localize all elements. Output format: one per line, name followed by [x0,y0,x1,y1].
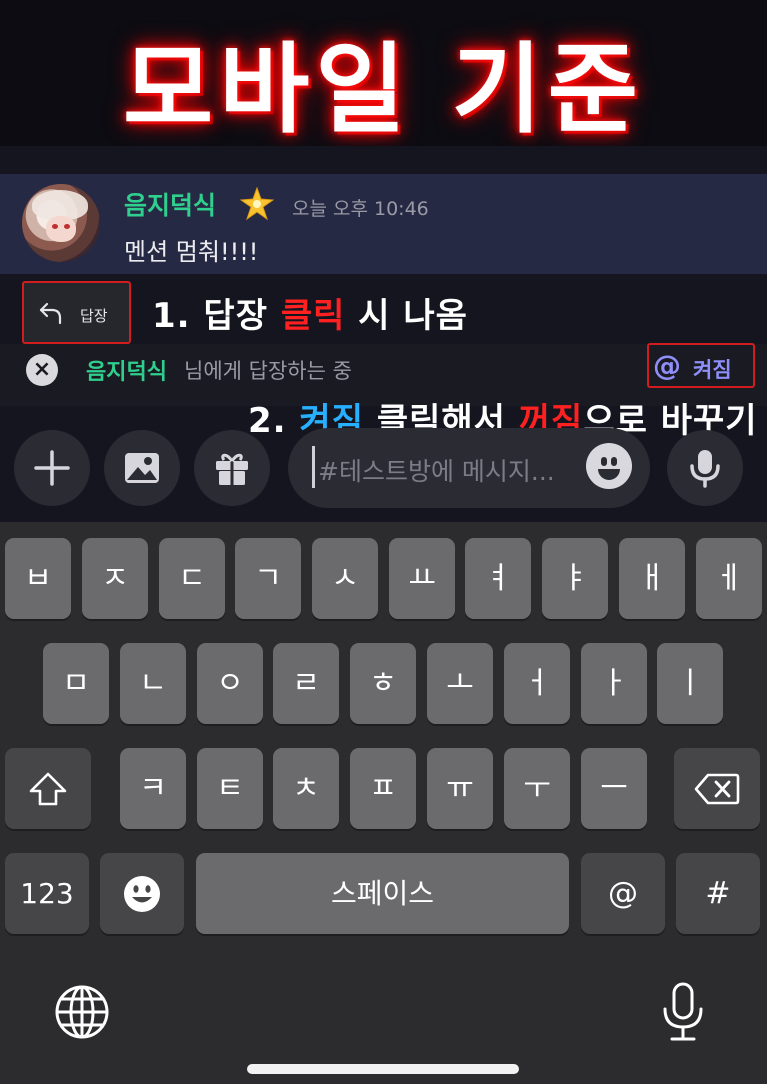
key[interactable]: ㅈ [82,538,148,619]
key[interactable]: ㅗ [427,643,493,724]
mention-toggle-button[interactable]: @ 켜짐 [647,343,755,388]
image-icon [125,453,159,483]
key[interactable]: ㅔ [696,538,762,619]
at-icon: @ [653,349,681,382]
backspace-icon [694,773,740,804]
message-username[interactable]: 음지덕식 [124,186,216,222]
key[interactable]: ㅊ [273,748,339,829]
hash-key[interactable]: # [676,853,760,934]
avatar[interactable] [22,184,100,262]
dictation-microphone-icon[interactable] [660,982,706,1042]
image-button[interactable] [104,430,180,506]
title-banner: 모바일 기준 [0,0,767,147]
sparkle-icon [240,187,274,221]
key[interactable]: ㅁ [43,643,109,724]
message-row[interactable] [0,174,767,274]
key[interactable]: ㅑ [542,538,608,619]
key[interactable]: ㅌ [197,748,263,829]
emoji-key[interactable] [100,853,184,934]
key[interactable]: ㅋ [120,748,186,829]
message-timestamp: 오늘 오후 10:46 [292,198,429,220]
globe-icon[interactable] [54,984,110,1040]
key[interactable]: ㅛ [389,538,455,619]
key[interactable]: ㅅ [312,538,378,619]
key[interactable]: ㅇ [197,643,263,724]
reply-arrow-icon [39,302,62,325]
key[interactable]: ㅓ [504,643,570,724]
at-key[interactable]: @ [581,853,665,934]
key[interactable]: ㅐ [619,538,685,619]
microphone-icon [690,450,720,488]
key[interactable]: ㅠ [427,748,493,829]
gift-button[interactable] [194,430,270,506]
space-key[interactable]: 스페이스 [196,853,569,934]
key[interactable]: ㅏ [581,643,647,724]
key[interactable]: ㄴ [120,643,186,724]
shift-key[interactable] [5,748,91,829]
backspace-key[interactable] [674,748,760,829]
reply-button-label: 답장 [80,307,108,325]
plus-icon [34,450,70,486]
reply-status-text: 님에게 답장하는 중 [184,359,352,383]
message-text: 멘션 멈춰!!!! [124,238,259,266]
key[interactable]: ㅣ [657,643,723,724]
key[interactable]: ㅂ [5,538,71,619]
key[interactable]: ㅡ [581,748,647,829]
message-input-placeholder: #테스트방에 메시지... [318,457,555,486]
gift-icon [216,453,248,485]
banner-title: 모바일 기준 [123,33,644,147]
key[interactable]: ㅜ [504,748,570,829]
key[interactable]: ㅍ [350,748,416,829]
key[interactable]: ㄹ [273,643,339,724]
text-cursor [312,446,315,488]
key[interactable]: ㄱ [235,538,301,619]
reply-button[interactable]: 답장 [22,281,131,344]
key[interactable]: ㅕ [465,538,531,619]
shift-icon [29,772,67,805]
numbers-key[interactable]: 123 [5,853,89,934]
add-button[interactable] [14,430,90,506]
reply-target-name: 음지덕식 [86,360,167,385]
home-indicator[interactable] [247,1064,519,1074]
annotation-step-1: 1. 답장 클릭 시 나옴 [152,296,468,336]
emoji-icon [124,875,160,912]
key[interactable]: ㄷ [159,538,225,619]
cancel-reply-icon[interactable]: × [26,354,58,386]
key[interactable]: ㅎ [350,643,416,724]
emoji-picker-icon[interactable] [586,443,632,489]
voice-message-button[interactable] [667,430,743,506]
mention-state-label: 켜짐 [693,358,732,382]
